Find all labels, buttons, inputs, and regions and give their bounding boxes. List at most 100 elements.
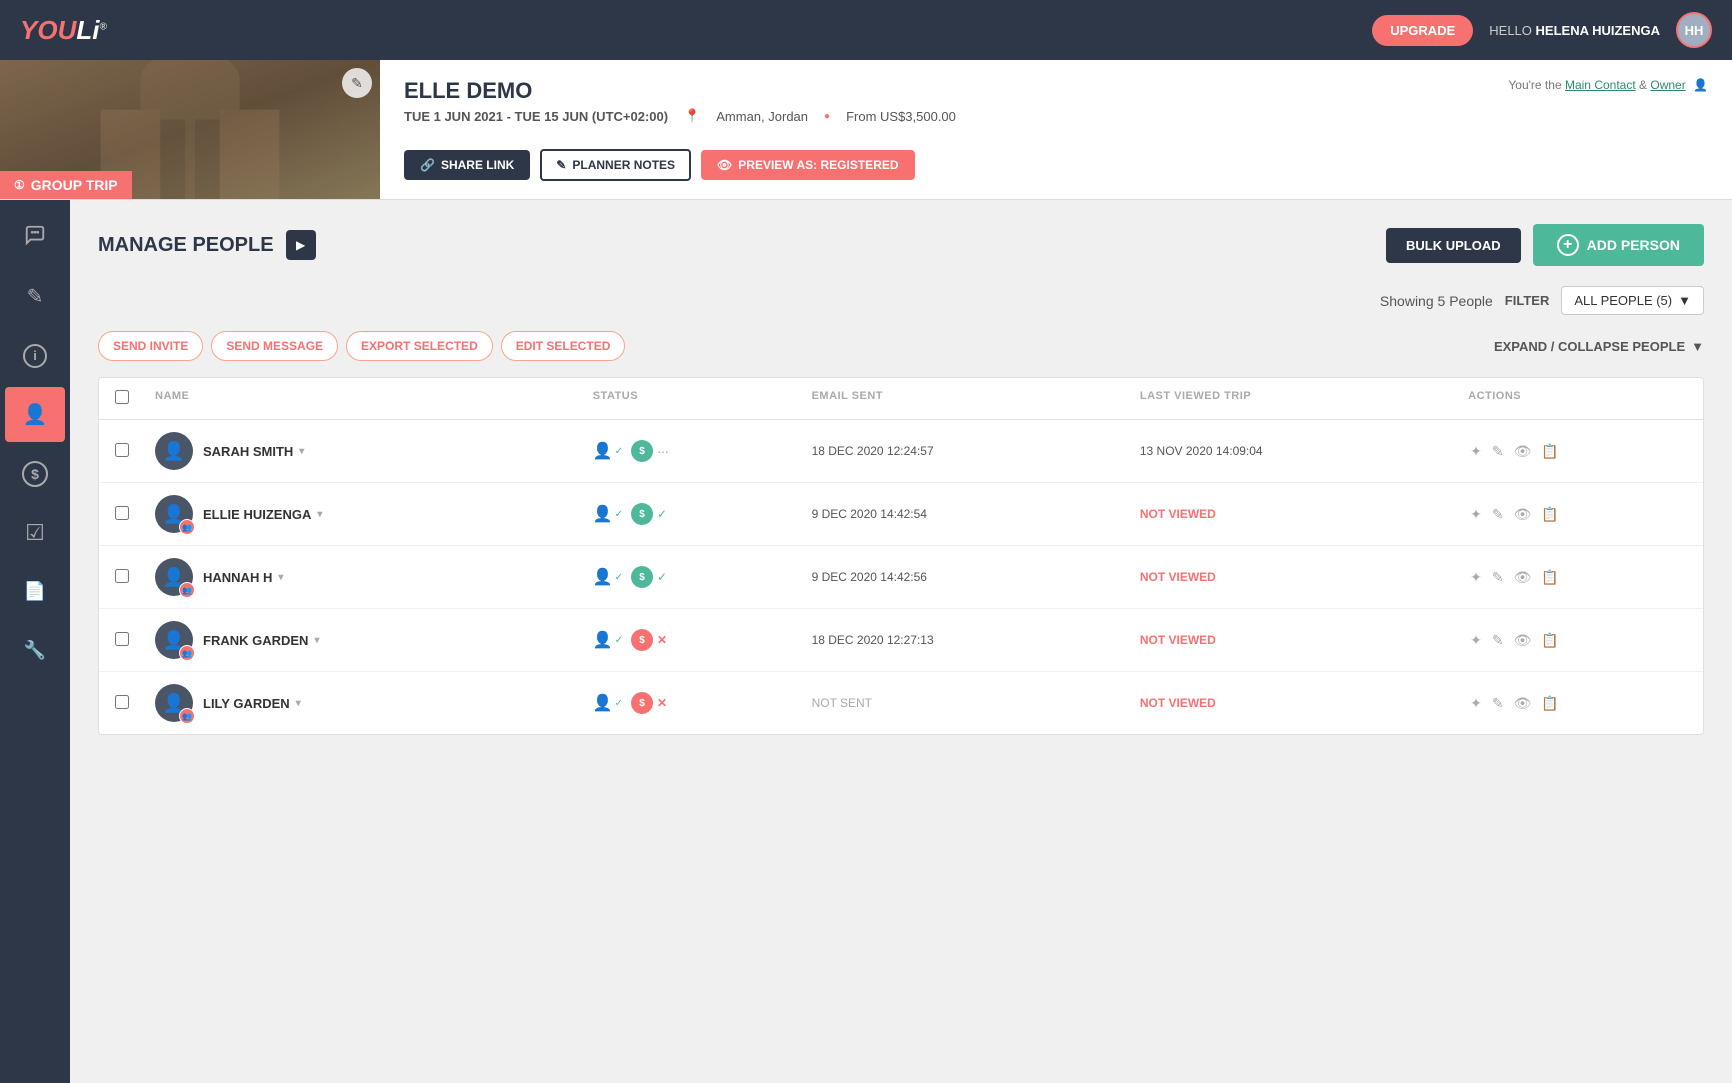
edit-image-button[interactable]: ✎ (342, 68, 372, 98)
sparkle-icon[interactable]: ✦ (1468, 567, 1484, 588)
owner-link[interactable]: Owner (1650, 78, 1685, 92)
clipboard-icon[interactable]: 📋 (1539, 567, 1560, 588)
doc-icon: 📄 (24, 581, 46, 602)
view-icon[interactable]: 👁 (1512, 567, 1534, 588)
nav-right: UPGRADE HELLO HELENA HUIZENGA HH (1372, 12, 1712, 48)
sidebar-item-info[interactable]: i (5, 328, 65, 383)
expand-collapse-button[interactable]: EXPAND / COLLAPSE PEOPLE ▼ (1494, 339, 1704, 354)
dollar-status-icon: $ (631, 629, 653, 651)
col-email: EMAIL SENT (812, 390, 1140, 407)
manage-header: MANAGE PEOPLE ▶ BULK UPLOAD + ADD PERSON (98, 224, 1704, 266)
send-invite-button[interactable]: SEND INVITE (98, 331, 203, 361)
email-sent: NOT SENT (812, 696, 1140, 710)
planner-notes-button[interactable]: ✎ PLANNER NOTES (540, 149, 691, 181)
col-actions: ACTIONS (1468, 390, 1687, 407)
chevron-down-icon: ▼ (1678, 293, 1691, 308)
row-checkbox[interactable] (115, 443, 129, 457)
avatar[interactable]: HH (1676, 12, 1712, 48)
eye-icon: 👁 (717, 158, 732, 172)
actions-cell: ✦ ✎ 👁 📋 (1468, 693, 1687, 714)
group-trip-badge: ① GROUP TRIP (0, 171, 132, 199)
avatar-icon: 👤 (163, 441, 185, 462)
edit-selected-button[interactable]: EDIT SELECTED (501, 331, 626, 361)
dollar-status-icon: $ (631, 692, 653, 714)
edit-icon[interactable]: ✎ (1490, 693, 1506, 714)
add-person-button[interactable]: + ADD PERSON (1533, 224, 1704, 266)
sidebar-item-dollar[interactable]: $ (5, 446, 65, 501)
table-header: NAME STATUS EMAIL SENT LAST VIEWED TRIP … (99, 378, 1703, 420)
avatar: 👤 👥 (155, 495, 193, 533)
table-row: 👤 👥 ELLIE HUIZENGA ▾ 👤✓ $ ✓ 9 DEC 2020 1… (99, 483, 1703, 546)
chevron-down-icon[interactable]: ▾ (296, 698, 301, 709)
sidebar-item-pencil[interactable]: ✎ (5, 269, 65, 324)
group-icon: ① (14, 178, 25, 192)
person-status-icon: 👤✓ (593, 693, 623, 713)
dollar-status-icon: $ (631, 503, 653, 525)
manage-title: MANAGE PEOPLE ▶ (98, 230, 316, 260)
email-sent: 9 DEC 2020 14:42:54 (812, 507, 1140, 521)
trip-date: TUE 1 JUN 2021 - TUE 15 JUN (UTC+02:00) (404, 109, 668, 124)
table-row: 👤 👥 HANNAH H ▾ 👤✓ $ ✓ 9 DEC 2020 14:42:5… (99, 546, 1703, 609)
clipboard-icon[interactable]: 📋 (1539, 441, 1560, 462)
last-viewed: NOT VIEWED (1140, 507, 1468, 521)
clipboard-icon[interactable]: 📋 (1539, 504, 1560, 525)
status-cell: 👤✓ $ ✕ (593, 629, 812, 651)
play-video-button[interactable]: ▶ (286, 230, 316, 260)
sparkle-icon[interactable]: ✦ (1468, 630, 1484, 651)
row-checkbox[interactable] (115, 632, 129, 646)
chevron-down-icon[interactable]: ▾ (299, 446, 304, 457)
clipboard-icon[interactable]: 📋 (1539, 630, 1560, 651)
sparkle-icon[interactable]: ✦ (1468, 504, 1484, 525)
edit-icon[interactable]: ✎ (1490, 567, 1506, 588)
row-checkbox[interactable] (115, 506, 129, 520)
sidebar-item-people[interactable]: 👤 (5, 387, 65, 442)
row-checkbox[interactable] (115, 569, 129, 583)
sidebar-item-settings[interactable]: 🔧 (5, 623, 65, 678)
filter-dropdown[interactable]: ALL PEOPLE (5) ▼ (1561, 286, 1704, 315)
person-cell: 👤 SARAH SMITH ▾ (155, 432, 593, 470)
chevron-down-icon[interactable]: ▾ (278, 572, 283, 583)
edit-icon[interactable]: ✎ (1490, 630, 1506, 651)
share-link-button[interactable]: 🔗 SHARE LINK (404, 150, 530, 180)
price-icon: ● (824, 111, 830, 122)
info-icon: i (23, 344, 47, 368)
clipboard-icon[interactable]: 📋 (1539, 693, 1560, 714)
sidebar-item-chat[interactable] (5, 210, 65, 265)
sparkle-icon[interactable]: ✦ (1468, 693, 1484, 714)
col-status: STATUS (593, 390, 812, 407)
row-checkbox[interactable] (115, 695, 129, 709)
view-icon[interactable]: 👁 (1512, 504, 1534, 525)
chevron-down-icon[interactable]: ▾ (317, 509, 322, 520)
actions-cell: ✦ ✎ 👁 📋 (1468, 630, 1687, 651)
last-viewed: NOT VIEWED (1140, 633, 1468, 647)
check-icon: ☑ (25, 520, 45, 546)
main-contact-link[interactable]: Main Contact (1565, 78, 1636, 92)
dollar-status-icon: $ (631, 566, 653, 588)
main-layout: ✎ i 👤 $ ☑ 📄 🔧 MANAGE PEOPLE ▶ (0, 200, 1732, 1083)
avatar: 👤 👥 (155, 558, 193, 596)
col-name: NAME (155, 390, 593, 407)
edit-icon[interactable]: ✎ (1490, 441, 1506, 462)
bulk-upload-button[interactable]: BULK UPLOAD (1386, 228, 1521, 263)
view-icon[interactable]: 👁 (1512, 441, 1534, 462)
trip-price: From US$3,500.00 (846, 109, 956, 124)
dollar-icon: $ (22, 461, 48, 487)
email-sent: 9 DEC 2020 14:42:56 (812, 570, 1140, 584)
sidebar-item-checklist[interactable]: ☑ (5, 505, 65, 560)
view-icon[interactable]: 👁 (1512, 630, 1534, 651)
view-icon[interactable]: 👁 (1512, 693, 1534, 714)
plus-circle-icon: + (1557, 234, 1579, 256)
sparkle-icon[interactable]: ✦ (1468, 441, 1484, 462)
send-message-button[interactable]: SEND MESSAGE (211, 331, 338, 361)
edit-icon[interactable]: ✎ (1490, 504, 1506, 525)
export-selected-button[interactable]: EXPORT SELECTED (346, 331, 493, 361)
person-cell: 👤 👥 ELLIE HUIZENGA ▾ (155, 495, 593, 533)
chevron-down-icon[interactable]: ▾ (314, 635, 319, 646)
select-all-checkbox[interactable] (115, 390, 129, 404)
app-logo: YOULi® (20, 15, 107, 46)
sidebar-item-doc[interactable]: 📄 (5, 564, 65, 619)
upgrade-button[interactable]: UPGRADE (1372, 15, 1473, 46)
avatar-badge: 👥 (179, 645, 195, 661)
email-sent: 18 DEC 2020 12:24:57 (812, 444, 1140, 458)
preview-button[interactable]: 👁 PREVIEW AS: REGISTERED (701, 150, 914, 180)
